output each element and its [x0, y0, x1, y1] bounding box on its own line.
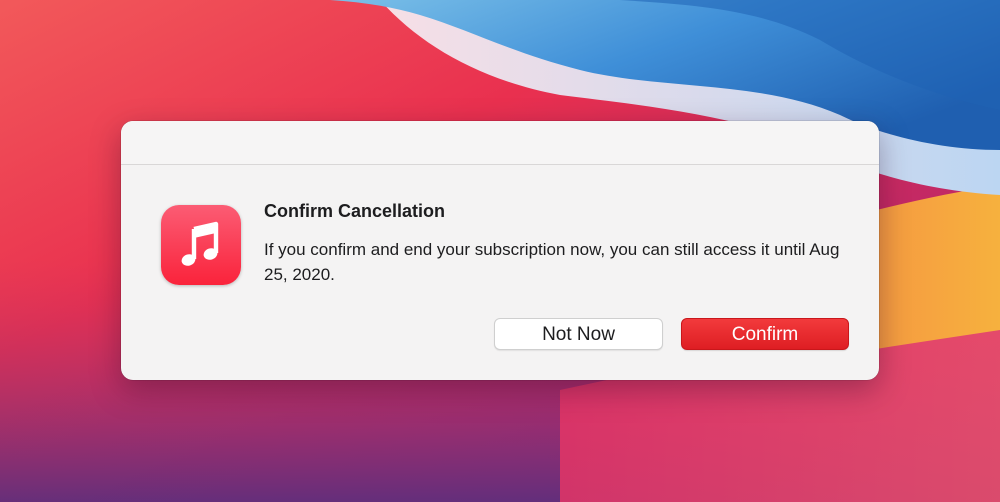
confirm-cancellation-dialog: Confirm Cancellation If you confirm and …: [121, 121, 879, 380]
dialog-titlebar: [121, 121, 879, 165]
apple-music-icon: [161, 205, 241, 285]
dialog-title: Confirm Cancellation: [264, 201, 446, 221]
confirm-button[interactable]: Confirm: [681, 318, 849, 350]
dialog-message: If you confirm and end your subscription…: [264, 240, 840, 284]
not-now-button[interactable]: Not Now: [494, 318, 663, 350]
